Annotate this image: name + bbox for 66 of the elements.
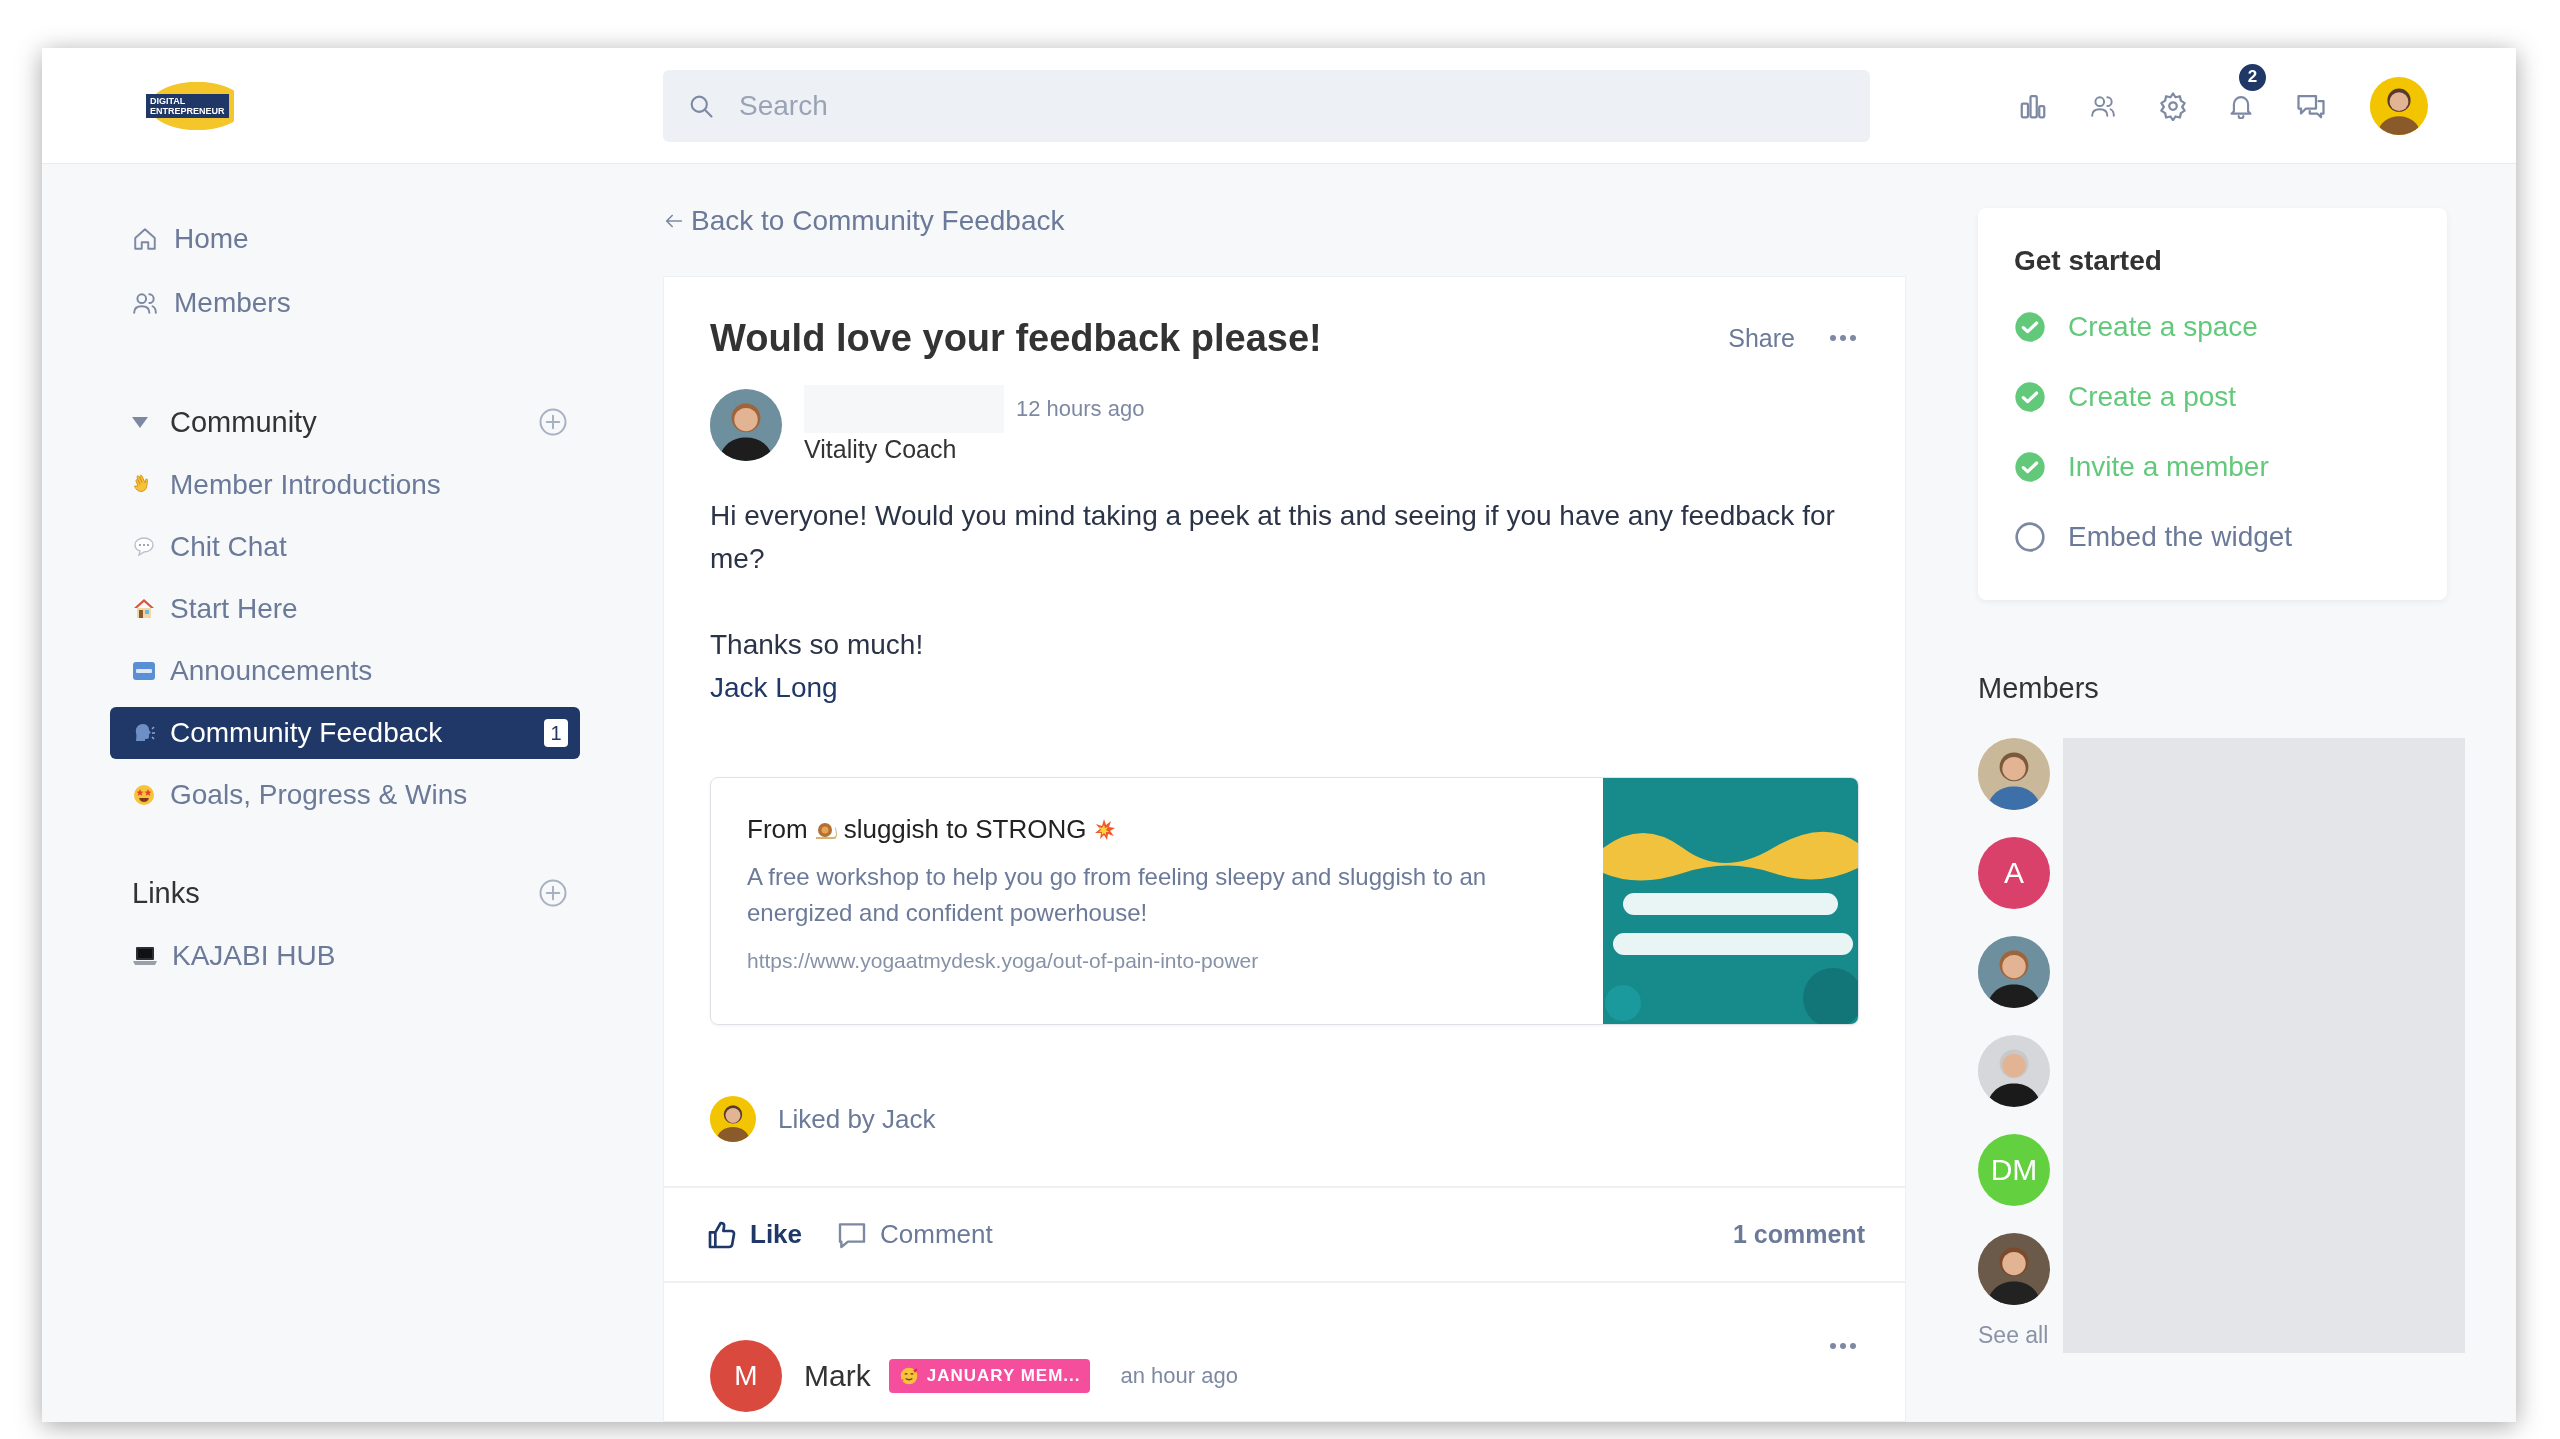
link-title: sluggish to STRONG: [843, 814, 1087, 845]
new-sign-icon: [132, 659, 156, 683]
home-icon: [132, 226, 158, 252]
members-icon: [132, 290, 158, 316]
sidebar-item[interactable]: Announcements: [110, 640, 580, 702]
house-icon: [132, 597, 156, 621]
item-label: Start Here: [170, 593, 298, 625]
item-label: Announcements: [170, 655, 373, 687]
sidebar-item[interactable]: Goals, Progress & Wins: [110, 764, 580, 826]
add-icon[interactable]: [538, 878, 568, 908]
avatar: M: [710, 1340, 782, 1412]
item-label: KAJABI HUB: [172, 940, 336, 972]
member-avatar[interactable]: A: [1978, 837, 2050, 909]
sidebar-item[interactable]: KAJABI HUB: [110, 925, 580, 987]
comment-time: an hour ago: [1120, 1363, 1238, 1389]
comment-author: Mark: [804, 1359, 871, 1393]
author-role: Vitality Coach: [804, 435, 958, 464]
link-title: From: [747, 814, 808, 845]
post-text: Hi everyone! Would you mind taking a peek at this and seeing if you have any feedback for me?: [710, 499, 1836, 576]
laptop-icon: [132, 944, 158, 968]
comment-button[interactable]: Comment: [836, 1218, 993, 1251]
liked-by-text: Liked by Jack: [778, 1103, 936, 1135]
item-label: Member Introductions: [170, 469, 441, 501]
nav-link[interactable]: Members: [174, 287, 291, 319]
nav-link[interactable]: Home: [174, 223, 249, 255]
back-link[interactable]: Back to Community Feedback: [663, 191, 1065, 251]
item-label: Goals, Progress & Wins: [170, 779, 468, 811]
notification-badge: 2: [2237, 61, 2268, 93]
checklist-link[interactable]: Create a space: [2068, 311, 2258, 343]
item-label: Chit Chat: [170, 531, 287, 563]
collapse-caret-icon[interactable]: [132, 416, 148, 428]
section-title: Links: [132, 876, 200, 910]
sidebar-item[interactable]: Chit Chat: [110, 516, 580, 578]
checklist-link[interactable]: Invite a member: [2068, 451, 2269, 483]
count-badge: 1: [544, 719, 568, 747]
link-url: https://www.yogaatmydesk.yoga/out-of-pain-into-power: [747, 949, 1260, 973]
speech-bubble-icon: [132, 535, 156, 559]
link-description: A free workshop to help you go from feeling sleepy and sluggish to an energized and confident powerhouse!: [747, 862, 1488, 928]
search-field[interactable]: Search: [663, 69, 1870, 142]
star-eyes-face-icon: [132, 783, 156, 807]
tag-label: JANUARY MEM...: [926, 1366, 1081, 1386]
see-all-link[interactable]: See all: [1978, 1322, 2478, 1349]
comment-count-link[interactable]: 1 comment: [1733, 1220, 1865, 1249]
share-button[interactable]: Share: [1728, 323, 1795, 353]
post-time: 12 hours ago: [1016, 396, 1145, 422]
post-title: Would love your feedback please!: [710, 316, 1323, 360]
checklist-link[interactable]: Create a post: [2068, 381, 2237, 413]
like-button[interactable]: Like: [706, 1218, 803, 1251]
more-icon[interactable]: [1827, 1340, 1859, 1352]
sidebar-item[interactable]: Community Feedback 1: [110, 707, 580, 759]
signature-text: Jack Long: [710, 671, 839, 705]
logo-text: DIGITAL: [150, 95, 187, 106]
add-icon[interactable]: [538, 407, 568, 437]
smiling-face-icon: [898, 1366, 919, 1386]
link-preview-card[interactable]: From sluggish to STRONG A free workshop to help you go from feeling sleepy and sluggish to an energized and confident powerhouse! https://www.yogaatmydesk.yoga/out-of-pain-into-power: [710, 777, 1859, 1025]
more-icon[interactable]: [1827, 332, 1859, 344]
checklist-link[interactable]: Embed the widget: [2068, 521, 2293, 553]
settings-icon[interactable]: [2158, 90, 2188, 121]
section-title: Community: [170, 405, 317, 439]
item-label: Community Feedback: [170, 717, 443, 749]
card-title: Get started: [2014, 244, 2163, 278]
post-text: Thanks so much!: [710, 628, 925, 662]
sidebar-item[interactable]: Member Introductions: [110, 454, 580, 516]
logo-text: ENTREPRENEUR: [150, 105, 225, 116]
sidebar-item[interactable]: Start Here: [110, 578, 580, 640]
section-title: Members: [1978, 672, 2100, 706]
